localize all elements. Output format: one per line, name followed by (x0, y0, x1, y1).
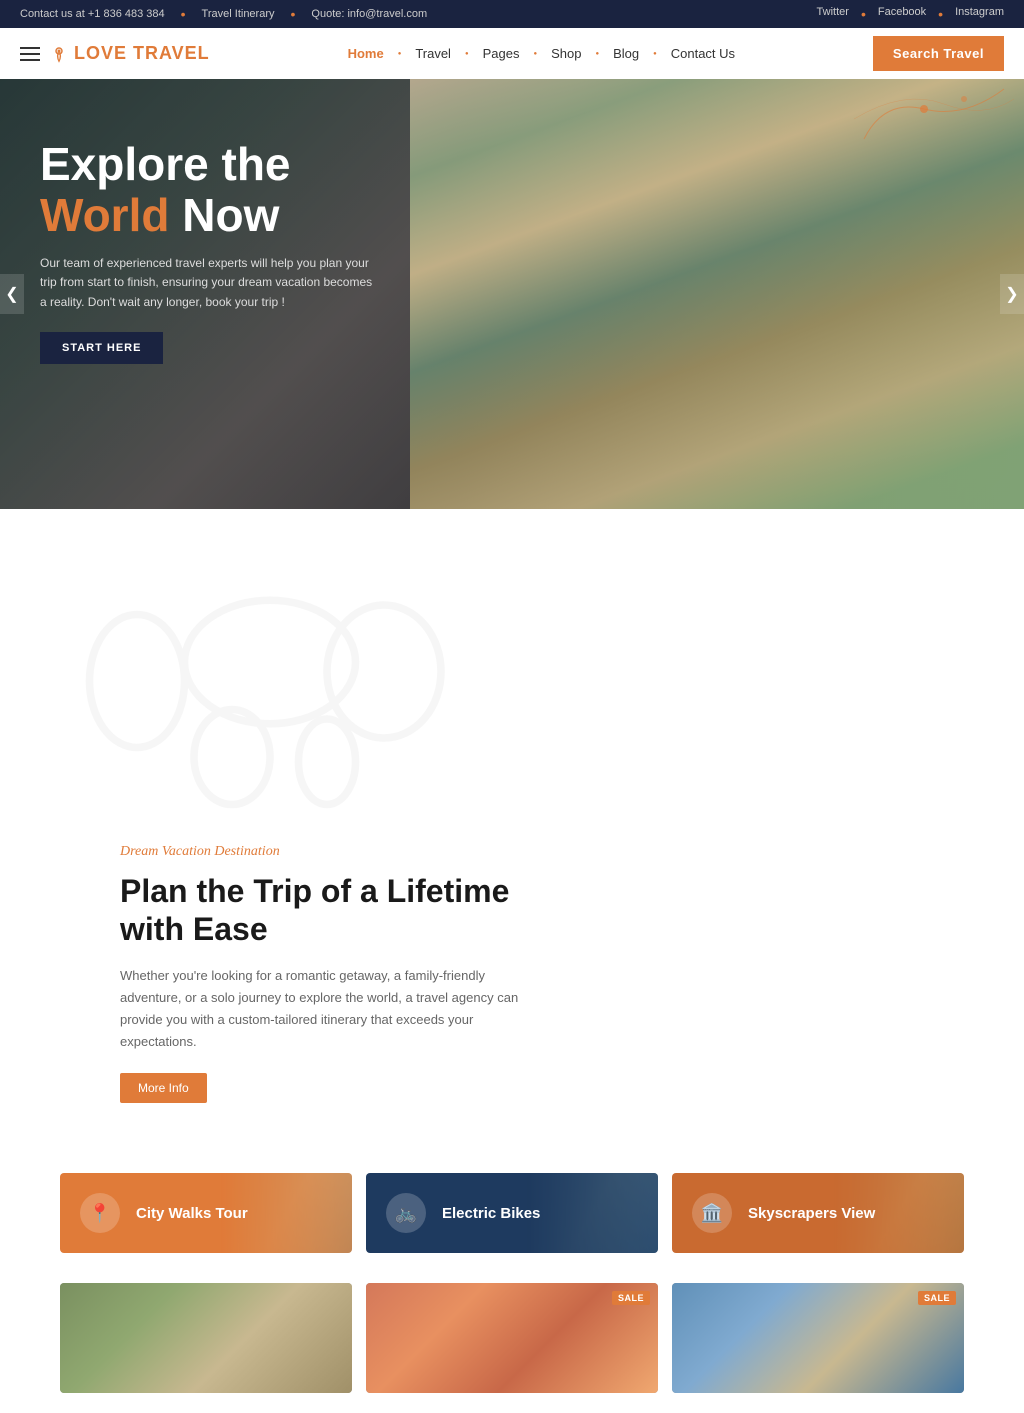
logo-text: Love Travel (74, 43, 210, 64)
dot-separator-2: • (291, 6, 296, 22)
top-bar-left: Contact us at +1 836 483 384 • Travel It… (20, 6, 427, 22)
section-title: Plan the Trip of a Lifetime with Ease (120, 872, 520, 949)
nav-shop[interactable]: Shop (543, 42, 589, 65)
section-description: Whether you're looking for a romantic ge… (120, 965, 540, 1053)
hero-title-line2: World Now (40, 190, 460, 241)
hero-title-white: Now (182, 189, 279, 241)
header-left: Love Travel (20, 43, 210, 64)
nav-blog[interactable]: Blog (605, 42, 647, 65)
hero-content: Explore the World Now Our team of experi… (0, 79, 500, 424)
contact-info: Contact us at +1 836 483 384 (20, 8, 165, 20)
section-tag: Dream Vacation Destination (120, 844, 904, 860)
instagram-link[interactable]: Instagram (955, 6, 1004, 22)
navigation: Home ● Travel ● Pages ● Shop ● Blog ● Co… (340, 42, 743, 65)
electric-bikes-icon: 🚲 (386, 1193, 426, 1233)
bottom-cards-section: SALE SALE (0, 1283, 1024, 1413)
tour-card-electric-bikes[interactable]: 🚲 Electric Bikes (366, 1173, 658, 1253)
logo-pin-icon (50, 45, 68, 63)
hero-cta-button[interactable]: START HERE (40, 332, 163, 364)
hero-section: Explore the World Now Our team of experi… (0, 79, 1024, 509)
more-info-button[interactable]: More Info (120, 1073, 207, 1103)
sale-badge-2: SALE (918, 1291, 956, 1305)
itinerary-link[interactable]: Travel Itinerary (202, 8, 275, 20)
city-walks-icon: 📍 (80, 1193, 120, 1233)
dot-separator: • (181, 6, 186, 22)
tour-cards-section: 📍 City Walks Tour 🚲 Electric Bikes 🏛️ Sk… (0, 1163, 1024, 1283)
twitter-link[interactable]: Twitter (817, 6, 849, 22)
top-bar-right: Twitter • Facebook • Instagram (817, 6, 1004, 22)
bottom-card-2[interactable]: SALE (366, 1283, 658, 1393)
top-bar: Contact us at +1 836 483 384 • Travel It… (0, 0, 1024, 28)
bottom-card-3[interactable]: SALE (672, 1283, 964, 1393)
header: Love Travel Home ● Travel ● Pages ● Shop… (0, 28, 1024, 79)
facebook-link[interactable]: Facebook (878, 6, 926, 22)
nav-travel[interactable]: Travel (407, 42, 459, 65)
nav-home[interactable]: Home (340, 42, 392, 65)
electric-bikes-photo (527, 1173, 658, 1253)
tour-card-skyscrapers[interactable]: 🏛️ Skyscrapers View (672, 1173, 964, 1253)
hero-subtitle: Our team of experienced travel experts w… (40, 254, 380, 312)
nav-pages[interactable]: Pages (475, 42, 528, 65)
electric-bikes-label: Electric Bikes (442, 1205, 540, 1222)
hamburger-menu[interactable] (20, 47, 40, 61)
hero-title-line1: Explore the (40, 139, 460, 190)
nav-contact[interactable]: Contact Us (663, 42, 743, 65)
skyscrapers-icon: 🏛️ (692, 1193, 732, 1233)
bottom-card-1[interactable] (60, 1283, 352, 1393)
quote-link[interactable]: Quote: info@travel.com (311, 8, 427, 20)
skyscrapers-label: Skyscrapers View (748, 1205, 875, 1222)
tour-card-city-walks[interactable]: 📍 City Walks Tour (60, 1173, 352, 1253)
plan-section: Dream Vacation Destination Plan the Trip… (0, 509, 1024, 1163)
sale-badge-1: SALE (612, 1291, 650, 1305)
world-map-bg (80, 579, 460, 859)
map-decoration (844, 79, 1024, 159)
bottom-card-1-bg (60, 1283, 352, 1393)
hero-title-orange: World (40, 189, 169, 241)
logo: Love Travel (50, 43, 210, 64)
dot-sep-3: • (861, 6, 866, 22)
search-travel-button[interactable]: Search Travel (873, 36, 1004, 71)
city-walks-label: City Walks Tour (136, 1205, 248, 1222)
dot-sep-4: • (938, 6, 943, 22)
carousel-prev-button[interactable]: ❮ (0, 274, 24, 314)
carousel-next-button[interactable]: ❯ (1000, 274, 1024, 314)
